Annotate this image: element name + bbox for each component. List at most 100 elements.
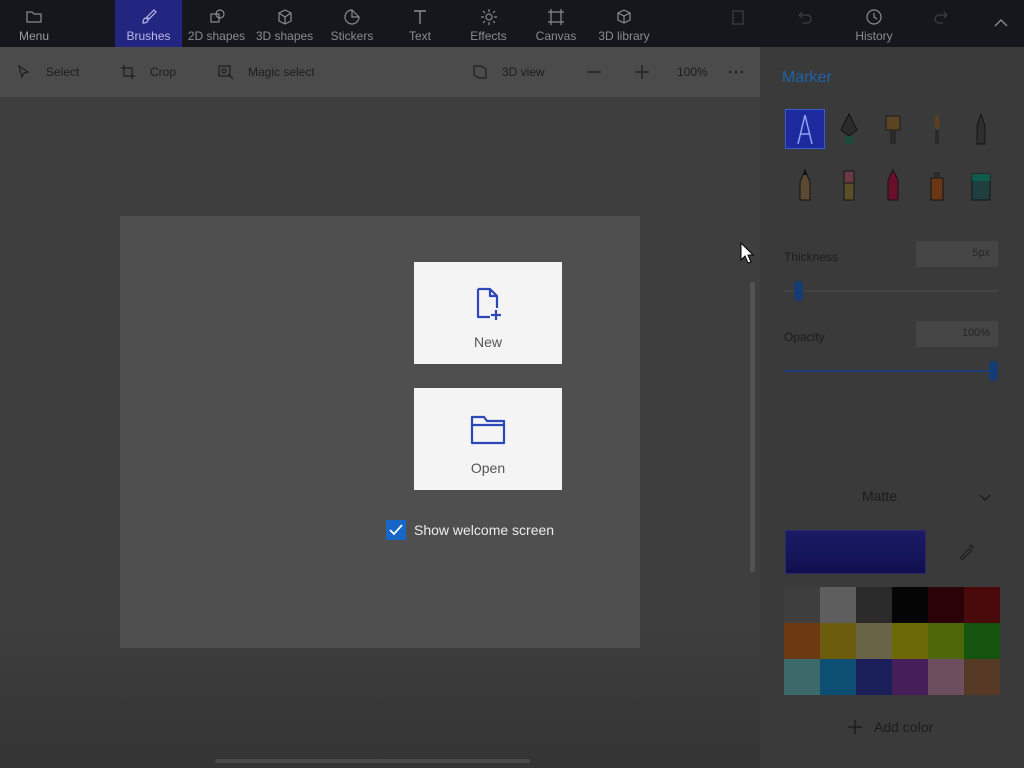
marker-brush-icon xyxy=(797,114,813,145)
crop-button[interactable]: Crop xyxy=(120,47,176,97)
color-swatch[interactable] xyxy=(892,587,928,623)
color-swatch[interactable] xyxy=(820,623,856,659)
opacity-slider-fill xyxy=(784,370,991,372)
open-label: Open xyxy=(470,460,506,476)
open-button[interactable]: Open xyxy=(414,388,562,490)
select-label: Select xyxy=(46,65,80,79)
mouse-cursor-icon xyxy=(740,242,754,264)
tab-3d-shapes[interactable]: 3D shapes xyxy=(253,0,316,47)
eyedropper-icon[interactable] xyxy=(958,542,976,560)
color-swatch[interactable] xyxy=(892,623,928,659)
3d-view-icon xyxy=(473,65,487,79)
select-button[interactable]: Select xyxy=(16,47,79,97)
color-swatch[interactable] xyxy=(856,623,892,659)
new-button[interactable]: New xyxy=(414,262,562,364)
color-swatch[interactable] xyxy=(784,587,820,623)
watercolor-brush-icon xyxy=(934,114,940,144)
color-swatch[interactable] xyxy=(928,587,964,623)
brush-fill[interactable] xyxy=(961,165,1001,205)
calligraphy-pen-icon xyxy=(840,112,858,144)
color-swatch[interactable] xyxy=(820,659,856,695)
magic-select-button[interactable]: Magic select xyxy=(218,47,315,97)
shapes-2d-icon xyxy=(209,9,225,23)
finish-dropdown[interactable]: Matte xyxy=(862,488,897,504)
vertical-scrollbar[interactable] xyxy=(750,282,755,572)
brush-oil[interactable] xyxy=(873,109,913,149)
collapse-chevron-up-icon[interactable] xyxy=(992,14,1010,32)
brush-pencil[interactable] xyxy=(785,165,825,205)
crop-icon xyxy=(121,65,135,79)
tab-brushes[interactable]: Brushes xyxy=(115,0,182,47)
spray-can-icon xyxy=(930,172,944,201)
color-swatch[interactable] xyxy=(784,623,820,659)
redo-button-disabled[interactable] xyxy=(920,0,964,47)
chevron-down-icon[interactable] xyxy=(978,490,992,504)
color-swatch[interactable] xyxy=(784,659,820,695)
color-swatch[interactable] xyxy=(964,587,1000,623)
paste-button-disabled[interactable] xyxy=(716,0,760,47)
color-swatch[interactable] xyxy=(820,587,856,623)
tab-3d-library[interactable]: 3D library xyxy=(592,0,656,47)
thickness-slider-track[interactable] xyxy=(784,290,998,292)
tab-2d-shapes[interactable]: 2D shapes xyxy=(185,0,248,47)
color-swatch[interactable] xyxy=(964,659,1000,695)
more-options-icon[interactable] xyxy=(728,64,744,80)
top-toolbar: Menu Brushes 2D shapes 3D shapes Sticker… xyxy=(0,0,1024,47)
horizontal-scrollbar[interactable] xyxy=(215,759,530,763)
brush-icon xyxy=(141,9,157,24)
color-swatch[interactable] xyxy=(928,623,964,659)
tab-label: Text xyxy=(408,29,431,43)
history-label: History xyxy=(855,29,893,43)
zoom-in-icon[interactable] xyxy=(634,64,650,80)
pixel-pen-icon xyxy=(976,112,986,145)
drawing-canvas[interactable] xyxy=(120,216,640,648)
library-icon xyxy=(617,9,631,24)
3d-view-button[interactable]: 3D view xyxy=(472,47,545,97)
color-swatch[interactable] xyxy=(928,659,964,695)
oil-brush-icon xyxy=(885,115,901,144)
checkmark-icon xyxy=(389,524,403,536)
color-swatch[interactable] xyxy=(856,587,892,623)
magic-select-label: Magic select xyxy=(248,65,315,79)
opacity-value-field[interactable]: 100% xyxy=(916,321,998,347)
current-color-swatch[interactable] xyxy=(785,530,926,574)
show-welcome-label: Show welcome screen xyxy=(414,522,555,538)
history-icon xyxy=(866,9,882,25)
tab-label: 2D shapes xyxy=(187,29,246,43)
color-swatch[interactable] xyxy=(964,623,1000,659)
tab-effects[interactable]: Effects xyxy=(460,0,517,47)
tab-stickers[interactable]: Stickers xyxy=(322,0,382,47)
brush-eraser[interactable] xyxy=(829,165,869,205)
brush-watercolor[interactable] xyxy=(917,109,957,149)
show-welcome-checkbox-row[interactable]: Show welcome screen xyxy=(386,519,554,541)
color-swatch[interactable] xyxy=(856,659,892,695)
select-cursor-icon xyxy=(17,64,30,79)
add-color-button[interactable]: Add color xyxy=(848,716,933,738)
tab-label: 3D shapes xyxy=(255,29,314,43)
brush-pixel-pen[interactable] xyxy=(961,109,1001,149)
history-button[interactable]: History xyxy=(848,0,900,47)
tab-text[interactable]: Text xyxy=(392,0,448,47)
show-welcome-checkbox[interactable] xyxy=(386,520,406,540)
color-swatch[interactable] xyxy=(892,659,928,695)
thickness-label: Thickness xyxy=(784,250,839,264)
thickness-value-field[interactable]: 5px xyxy=(916,241,998,267)
brush-marker[interactable] xyxy=(785,109,825,149)
brush-spray-can[interactable] xyxy=(917,165,957,205)
undo-button-disabled[interactable] xyxy=(782,0,826,47)
tab-canvas[interactable]: Canvas xyxy=(527,0,585,47)
canvas-icon xyxy=(548,9,564,25)
color-palette xyxy=(784,587,1000,695)
zoom-level[interactable]: 100% xyxy=(677,47,708,97)
folder-icon xyxy=(26,11,42,23)
thickness-slider-thumb[interactable] xyxy=(794,281,804,301)
brush-calligraphy-pen[interactable] xyxy=(829,109,869,149)
secondary-toolbar: Select Crop Magic select 3D view 100% xyxy=(0,47,760,97)
brush-crayon[interactable] xyxy=(873,165,913,205)
eraser-icon xyxy=(843,170,855,201)
cube-icon xyxy=(277,9,292,25)
opacity-slider-thumb[interactable] xyxy=(989,361,998,381)
zoom-out-icon[interactable] xyxy=(586,64,602,80)
fill-bucket-icon xyxy=(971,173,991,201)
menu-button[interactable]: Menu xyxy=(0,0,68,47)
